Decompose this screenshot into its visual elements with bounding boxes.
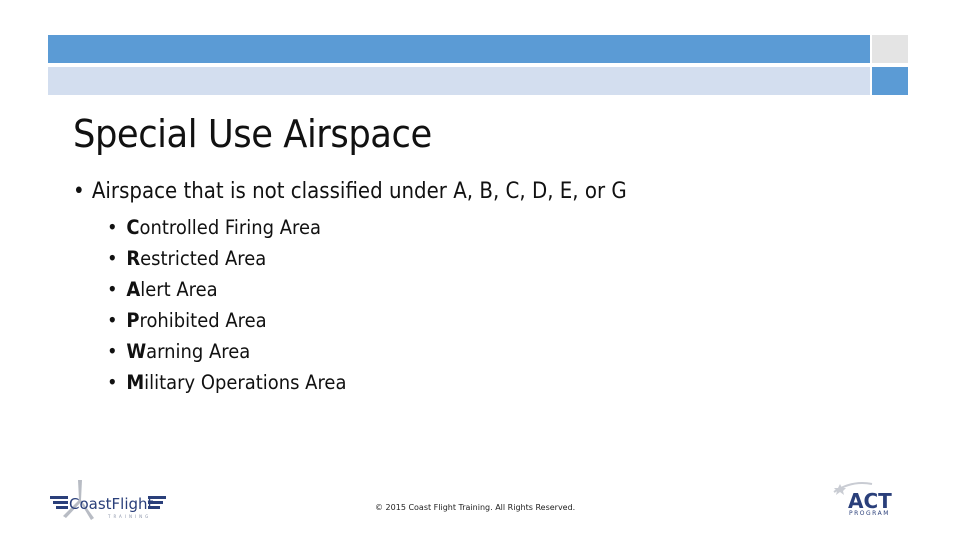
list-item: • Military Operations Area bbox=[107, 369, 346, 400]
header-bar-top-side bbox=[872, 35, 908, 63]
item-text: ontrolled Firing Area bbox=[139, 216, 322, 239]
slide-title: Special Use Airspace bbox=[73, 112, 432, 156]
list-item: • Warning Area bbox=[107, 338, 346, 369]
bullet-dot: • bbox=[107, 340, 118, 363]
list-item: • Prohibited Area bbox=[107, 307, 346, 338]
copyright-footer: © 2015 Coast Flight Training. All Rights… bbox=[375, 503, 576, 512]
bullet-dot: • bbox=[107, 216, 118, 239]
logo-subtitle: TRAINING bbox=[107, 514, 151, 519]
logo-wordmark: CoastFlight bbox=[69, 495, 154, 513]
list-item: • Restricted Area bbox=[107, 245, 346, 276]
bullet-dot: • bbox=[107, 247, 118, 270]
item-text: rohibited Area bbox=[139, 309, 267, 332]
item-initial: M bbox=[126, 371, 145, 394]
item-text: ilitary Operations Area bbox=[144, 371, 347, 394]
act-program-logo: ACT PROGRAM bbox=[833, 482, 892, 517]
header-bar-bottom bbox=[48, 67, 870, 95]
item-initial: C bbox=[126, 216, 140, 239]
item-initial: A bbox=[126, 278, 141, 301]
bullet-dot: • bbox=[73, 179, 85, 204]
bullet-dot: • bbox=[107, 309, 118, 332]
coastflight-logo: CoastFlight TRAINING bbox=[50, 480, 166, 520]
sub-bullet-list: • Controlled Firing Area • Restricted Area… bbox=[107, 214, 367, 400]
bullet-dot: • bbox=[107, 371, 118, 394]
header-bar-bottom-side bbox=[872, 67, 908, 95]
bullet-dot: • bbox=[107, 278, 118, 301]
list-item: • Controlled Firing Area bbox=[107, 214, 346, 245]
item-initial: P bbox=[126, 309, 140, 332]
item-text: arning Area bbox=[146, 340, 251, 363]
list-item: • Alert Area bbox=[107, 276, 346, 307]
main-bullet: • Airspace that is not classified under A… bbox=[73, 179, 627, 204]
main-bullet-text: Airspace that is not classified under A,… bbox=[91, 179, 627, 204]
wing-left-icon bbox=[50, 496, 68, 509]
item-text: estricted Area bbox=[140, 247, 267, 270]
header-bar-top bbox=[48, 35, 870, 63]
logo-subtitle: PROGRAM bbox=[849, 510, 890, 517]
item-text: lert Area bbox=[140, 278, 218, 301]
item-initial: W bbox=[126, 340, 147, 363]
item-initial: R bbox=[126, 247, 141, 270]
